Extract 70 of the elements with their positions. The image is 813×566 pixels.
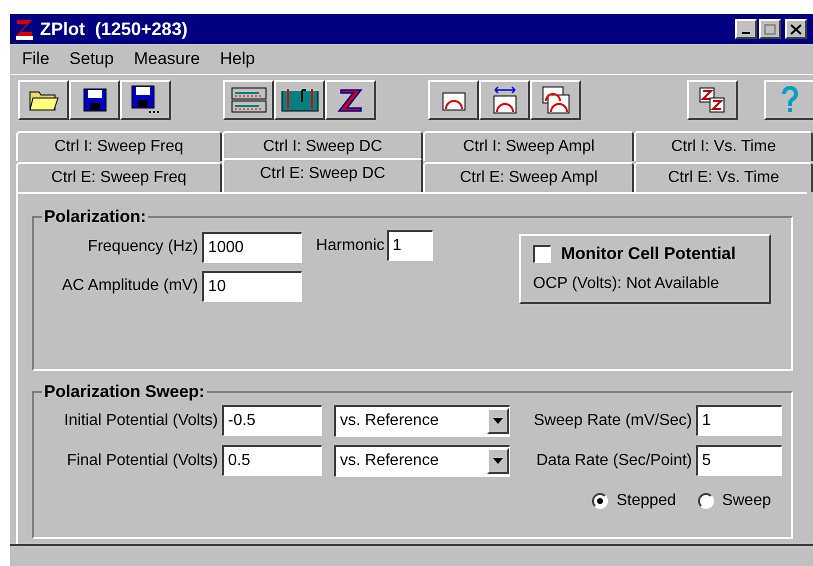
instrument-button[interactable]	[223, 80, 274, 120]
field-label: Harmonic	[316, 236, 385, 256]
minimize-icon	[742, 32, 750, 34]
radio-button[interactable]	[592, 492, 608, 508]
menu-item[interactable]: Measure	[134, 46, 200, 72]
question-mark-icon	[780, 86, 800, 114]
field-label: Data Rate (Sec/Point)	[535, 450, 693, 470]
radio-label: Stepped	[616, 490, 676, 510]
caret-icon	[493, 458, 503, 464]
z-logo-button[interactable]	[325, 80, 376, 120]
close-button[interactable]	[785, 19, 807, 39]
help-button[interactable]	[764, 80, 813, 120]
menu-item[interactable]: Help	[220, 46, 255, 72]
maximize-button[interactable]	[759, 19, 781, 39]
swap-button[interactable]	[687, 80, 738, 120]
save-button[interactable]	[69, 80, 120, 120]
potential-field[interactable]: 0.5	[222, 445, 322, 476]
field-label: AC Amplitude (mV)	[62, 276, 198, 296]
field-label: Initial Potential (Volts)	[63, 410, 219, 430]
minimize-button[interactable]	[735, 19, 757, 39]
app-logo-icon	[14, 17, 36, 41]
menu-item[interactable]: File	[22, 46, 50, 72]
instrument-icon	[230, 86, 266, 112]
window-title: ZPlot (1250+283)	[40, 18, 188, 41]
floppy-icon	[130, 84, 160, 114]
tab[interactable]: Ctrl E: Sweep Freq	[16, 162, 222, 192]
swap-icon	[698, 86, 728, 114]
checkbox-label: Monitor Cell Potential	[561, 242, 736, 265]
checkbox[interactable]	[533, 244, 551, 262]
field-label: Frequency (Hz)	[86, 237, 198, 257]
multi-arc-button[interactable]	[530, 80, 581, 120]
maximize-icon	[764, 24, 776, 34]
menu-item[interactable]: Setup	[69, 46, 114, 72]
field-label: Final Potential (Volts)	[66, 450, 219, 470]
potential-field[interactable]: -0.5	[222, 405, 322, 436]
dropdown-button[interactable]	[487, 408, 509, 434]
z-logo-icon	[336, 86, 364, 112]
tab[interactable]: Ctrl E: Sweep DC	[222, 158, 424, 192]
reference-dropdown[interactable]: vs. Reference	[334, 444, 510, 476]
arc-range-button[interactable]	[479, 80, 530, 120]
rate-field[interactable]: 1	[696, 405, 782, 436]
tab[interactable]: Ctrl I: Vs. Time	[634, 131, 813, 161]
caret-icon	[493, 418, 503, 424]
ocp-status: OCP (Volts): Not Available	[533, 274, 720, 294]
tab[interactable]: Ctrl I: Sweep Ampl	[423, 131, 634, 161]
tab[interactable]: Ctrl E: Sweep Ampl	[423, 162, 634, 192]
cell-icon	[280, 86, 320, 112]
floppy-icon	[82, 88, 106, 112]
stacked-plots-icon	[542, 86, 570, 114]
save-as-button[interactable]	[120, 80, 171, 120]
radio-button[interactable]	[698, 492, 714, 508]
dropdown-button[interactable]	[487, 448, 509, 474]
rate-field[interactable]: 5	[696, 445, 782, 476]
group-title: Polarization Sweep:	[43, 381, 206, 403]
tab[interactable]: Ctrl I: Sweep DC	[222, 131, 424, 161]
field-label: Sweep Rate (mV/Sec)	[532, 410, 693, 430]
amplitude-field[interactable]: 10	[202, 270, 302, 302]
harmonic-field[interactable]: 1	[386, 230, 433, 260]
cell-button[interactable]	[274, 80, 325, 120]
group-title: Polarization:	[43, 206, 148, 228]
radio-label: Sweep	[722, 490, 771, 510]
arc-range-icon	[492, 86, 516, 114]
tab[interactable]: Ctrl I: Sweep Freq	[16, 131, 222, 161]
folder-icon	[28, 88, 58, 110]
frequency-field[interactable]: 1000	[202, 232, 302, 262]
close-icon	[790, 24, 802, 34]
open-button[interactable]	[18, 80, 69, 120]
tab[interactable]: Ctrl E: Vs. Time	[634, 162, 813, 192]
arc-button[interactable]	[428, 80, 479, 120]
reference-dropdown[interactable]: vs. Reference	[334, 404, 510, 436]
